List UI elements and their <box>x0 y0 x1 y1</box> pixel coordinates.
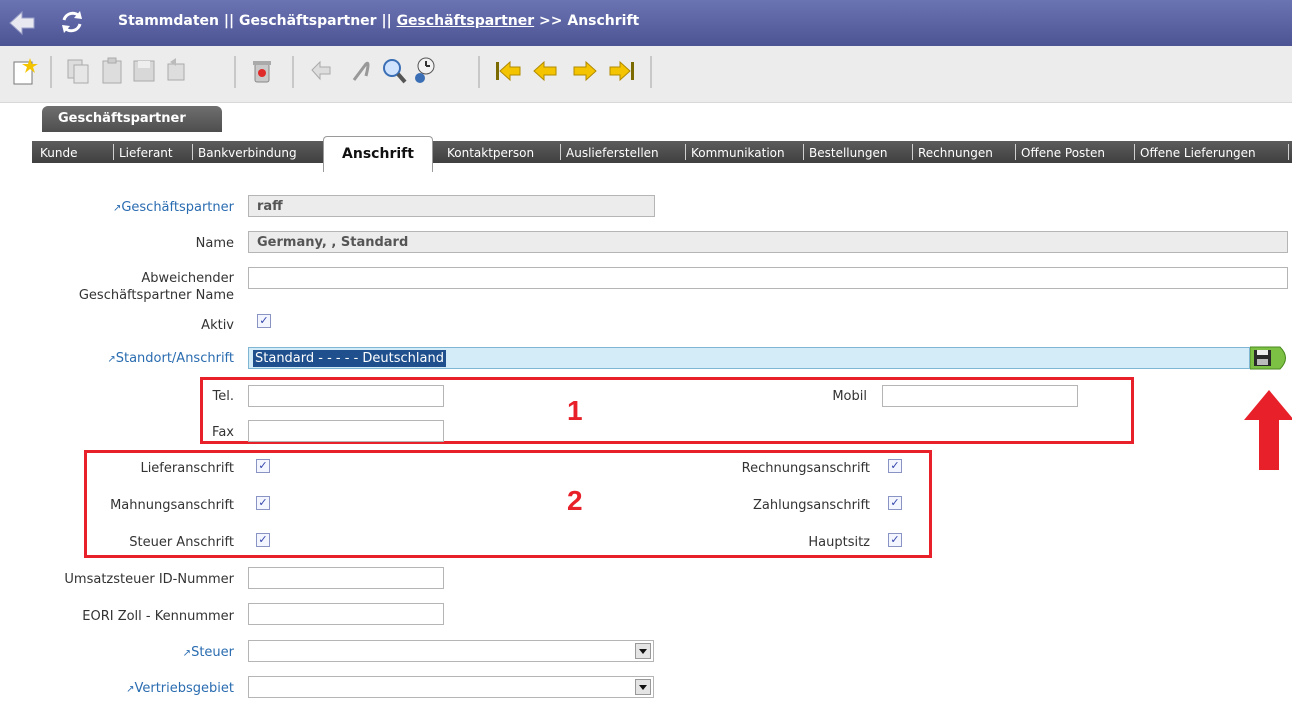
eori-label: EORI Zoll - Kennummer <box>82 609 234 624</box>
link-arrow-icon: ↗ <box>182 648 192 659</box>
tab-separator <box>803 144 804 160</box>
tab-offene-posten[interactable]: Offene Posten <box>1021 146 1105 160</box>
hauptsitz-checkbox[interactable]: ✓ <box>888 533 902 547</box>
tab-bankverbindung[interactable]: Bankverbindung <box>198 146 297 160</box>
name-field: Germany, , Standard <box>248 231 1288 253</box>
toolbar-separator <box>650 56 652 88</box>
tab-offene-lieferungen[interactable]: Offene Lieferungen <box>1140 146 1256 160</box>
tab-kontaktperson[interactable]: Kontaktperson <box>447 146 534 160</box>
tab-separator <box>1134 144 1135 160</box>
first-icon[interactable] <box>494 56 522 86</box>
breadcrumb: Stammdaten || Geschäftspartner || Geschä… <box>118 13 639 29</box>
dropdown-arrow-icon[interactable] <box>635 643 651 659</box>
rechnungsanschrift-checkbox[interactable]: ✓ <box>888 459 902 473</box>
abweichender-label: Abweichender Geschäftspartner Name <box>78 271 234 303</box>
rechnungsanschrift-label: Rechnungsanschrift <box>741 461 870 476</box>
eori-input[interactable] <box>248 603 444 625</box>
mahnungsanschrift-checkbox[interactable]: ✓ <box>256 496 270 510</box>
aktiv-checkbox[interactable]: ✓ <box>257 314 271 328</box>
standort-label[interactable]: ↗Standort/Anschrift <box>107 351 234 366</box>
vertriebsgebiet-label-text: Vertriebsgebiet <box>134 681 234 696</box>
mahnungsanschrift-label: Mahnungsanschrift <box>110 498 234 513</box>
tab-separator <box>113 144 114 160</box>
next-icon[interactable] <box>570 56 598 86</box>
tab-kommunikation[interactable]: Kommunikation <box>691 146 785 160</box>
tab-group-geschaeftspartner[interactable]: Geschäftspartner <box>42 106 222 132</box>
tab-separator <box>912 144 913 160</box>
mobil-input[interactable] <box>882 385 1078 407</box>
aktiv-label: Aktiv <box>201 318 234 333</box>
toolbar <box>0 46 1292 103</box>
breadcrumb-link-geschaeftspartner[interactable]: Geschäftspartner <box>397 13 535 29</box>
tel-input[interactable] <box>248 385 444 407</box>
ust-id-label: Umsatzsteuer ID-Nummer <box>64 572 234 587</box>
breadcrumb-current: >> Anschrift <box>534 13 640 29</box>
toolbar-separator <box>50 56 52 88</box>
mobil-label: Mobil <box>832 389 867 404</box>
lieferanschrift-checkbox[interactable]: ✓ <box>256 459 270 473</box>
refresh-icon[interactable] <box>58 8 86 36</box>
prev-icon[interactable] <box>532 56 560 86</box>
abweichender-name-input[interactable] <box>248 267 1288 289</box>
history-icon[interactable] <box>308 56 336 86</box>
steuer-anschrift-checkbox[interactable]: ✓ <box>256 533 270 547</box>
title-bar: Stammdaten || Geschäftspartner || Geschä… <box>0 0 1292 46</box>
name-label: Name <box>195 236 234 251</box>
tab-separator <box>560 144 561 160</box>
standort-select[interactable]: Standard - - - - - Deutschland <box>248 347 1250 369</box>
hauptsitz-label: Hauptsitz <box>808 535 870 550</box>
standort-value: Standard - - - - - Deutschland <box>253 350 446 367</box>
zoom-icon[interactable] <box>410 56 438 86</box>
toolbar-separator <box>478 56 480 88</box>
dropdown-arrow-icon[interactable] <box>635 679 651 695</box>
save-icon[interactable] <box>130 56 158 86</box>
tab-kunde[interactable]: Kunde <box>40 146 77 160</box>
annotation-number-1: 1 <box>567 395 583 426</box>
vertriebsgebiet-label[interactable]: ↗Vertriebsgebiet <box>126 681 234 696</box>
vertriebsgebiet-select[interactable] <box>248 676 654 698</box>
tab-separator <box>192 144 193 160</box>
steuer-label-text: Steuer <box>191 645 234 660</box>
standort-label-text: Standort/Anschrift <box>115 351 234 366</box>
undo-icon[interactable] <box>162 56 190 86</box>
breadcrumb-path: Stammdaten || Geschäftspartner || <box>118 13 397 29</box>
annotation-number-2: 2 <box>567 485 583 516</box>
tab-anschrift[interactable]: Anschrift <box>323 136 433 172</box>
link-arrow-icon: ↗ <box>107 354 116 365</box>
fax-label: Fax <box>212 425 234 440</box>
copy-icon[interactable] <box>64 56 92 86</box>
toolbar-separator <box>234 56 236 88</box>
tab-auslieferstellen[interactable]: Auslieferstellen <box>566 146 659 160</box>
tab-lieferant[interactable]: Lieferant <box>119 146 173 160</box>
steuer-label[interactable]: ↗Steuer <box>183 645 234 660</box>
geschaeftspartner-field: raff <box>248 195 655 217</box>
delete-icon[interactable] <box>248 56 276 86</box>
tab-separator <box>1015 144 1016 160</box>
paste-icon[interactable] <box>98 56 126 86</box>
ust-id-input[interactable] <box>248 567 444 589</box>
tel-label: Tel. <box>212 389 234 404</box>
new-icon[interactable] <box>10 56 38 86</box>
save-address-icon[interactable] <box>1250 345 1292 371</box>
tab-separator <box>1288 144 1289 160</box>
tab-separator <box>685 144 686 160</box>
tab-bestellungen[interactable]: Bestellungen <box>809 146 887 160</box>
lieferanschrift-label: Lieferanschrift <box>140 461 234 476</box>
steuer-anschrift-label: Steuer Anschrift <box>129 535 234 550</box>
geschaeftspartner-label-text: Geschäftspartner <box>121 200 234 215</box>
steuer-select[interactable] <box>248 640 654 662</box>
arrow-up-icon <box>1244 390 1292 470</box>
find-icon[interactable] <box>380 56 408 86</box>
attach-icon[interactable] <box>346 56 374 86</box>
tab-rechnungen[interactable]: Rechnungen <box>918 146 993 160</box>
back-arrow-icon[interactable] <box>8 10 36 36</box>
zahlungsanschrift-label: Zahlungsanschrift <box>753 498 870 513</box>
toolbar-separator <box>292 56 294 88</box>
fax-input[interactable] <box>248 420 444 442</box>
geschaeftspartner-label[interactable]: ↗Geschäftspartner <box>113 200 234 215</box>
zahlungsanschrift-checkbox[interactable]: ✓ <box>888 496 902 510</box>
last-icon[interactable] <box>608 56 636 86</box>
